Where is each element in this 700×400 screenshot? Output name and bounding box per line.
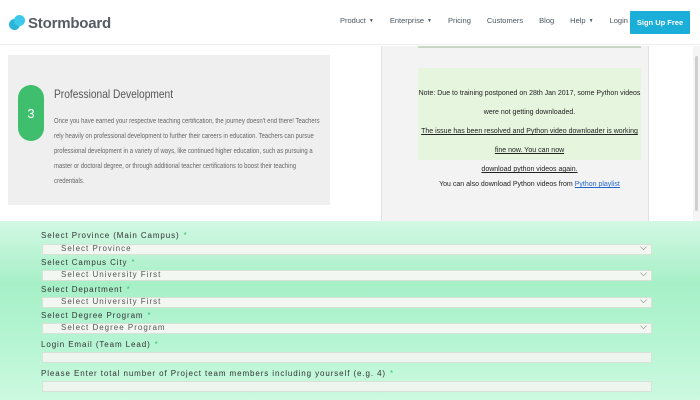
step-number-badge: 3: [18, 85, 44, 141]
scrollbar-thumb[interactable]: [695, 56, 698, 211]
stormboard-logo[interactable]: Stormboard: [9, 12, 111, 34]
notice-line-2: The issue has been resolved and Python v…: [421, 128, 638, 154]
chevron-down-icon: ⌵: [640, 321, 647, 331]
login-email-label: Login Email (Team Lead) *: [41, 340, 159, 349]
chevron-down-icon: ⌵: [640, 242, 647, 252]
chevron-down-icon: ⌵: [640, 295, 647, 305]
nav-link-blog[interactable]: Blog: [539, 16, 554, 25]
download-prefix: You can also download Python videos from: [439, 181, 575, 188]
degree-program-label: Select Degree Program *: [41, 311, 152, 320]
card-body: Once you have earned your respective tea…: [54, 118, 320, 185]
team-members-label: Please Enter total number of Project tea…: [41, 369, 394, 378]
nav-link-product[interactable]: Product ▼: [340, 16, 374, 25]
degree-program-select[interactable]: Select Degree Program ⌵: [42, 321, 652, 334]
notice-text: Note: Due to training postponed on 28th …: [418, 84, 641, 179]
caret-down-icon: ▼: [368, 18, 374, 25]
nav-link-enterprise[interactable]: Enterprise ▼: [390, 16, 432, 25]
login-email-input[interactable]: [42, 352, 652, 363]
province-select[interactable]: Select Province ⌵: [42, 242, 652, 255]
card-title: Professional Development: [54, 87, 174, 101]
notice-line-3: download python videos again.: [481, 166, 578, 173]
divider: [418, 46, 641, 48]
department-label: Select Department *: [41, 285, 131, 294]
chevron-down-icon: ⌵: [640, 268, 647, 278]
top-navbar: Stormboard Product ▼ Enterprise ▼ Pricing …: [0, 0, 700, 45]
nav-link-customers[interactable]: Customers: [487, 16, 523, 25]
province-label: Select Province (Main Campus) *: [41, 231, 188, 240]
download-text: You can also download Python videos from…: [418, 181, 641, 188]
playlist-link[interactable]: Python playlist: [575, 181, 620, 188]
department-select[interactable]: Select University First ⌵: [42, 295, 652, 308]
campus-city-label: Select Campus City *: [41, 258, 136, 267]
campus-city-select[interactable]: Select University First ⌵: [42, 268, 652, 281]
logo-text: Stormboard: [28, 14, 112, 32]
team-members-input[interactable]: [42, 381, 652, 392]
signup-button[interactable]: Sign Up Free: [630, 11, 690, 34]
nav-link-pricing[interactable]: Pricing: [448, 16, 471, 25]
nav-links: Product ▼ Enterprise ▼ Pricing Customers B…: [340, 16, 654, 25]
caret-down-icon: ▼: [588, 18, 594, 25]
caret-down-icon: ▼: [427, 18, 432, 25]
cloud-icon: [9, 15, 25, 31]
nav-link-help[interactable]: Help ▼: [570, 16, 593, 25]
notice-line-1: Note: Due to training postponed on 28th …: [418, 90, 641, 116]
